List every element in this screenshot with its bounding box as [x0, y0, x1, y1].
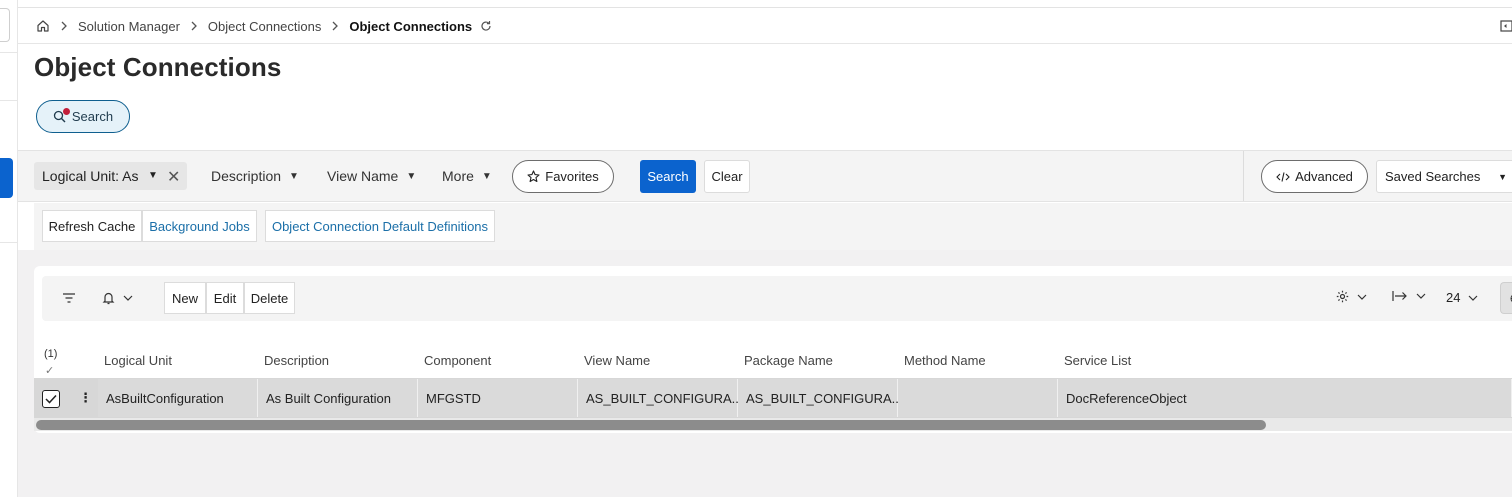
table-row[interactable]: ⋮ AsBuiltConfiguration As Built Configur…: [34, 378, 1512, 418]
top-divider: [18, 7, 1512, 8]
row-menu-kebab-icon[interactable]: ⋮: [79, 390, 92, 406]
cell-method-name[interactable]: [898, 379, 1058, 417]
nav-active-item[interactable]: [0, 158, 13, 198]
nav-search-box[interactable]: [0, 8, 10, 42]
cell-package-name[interactable]: AS_BUILT_CONFIGURA...: [738, 379, 903, 417]
more-filter-label: More: [442, 168, 474, 184]
main-content: Solution Manager Object Connections Obje…: [18, 0, 1512, 497]
star-icon: [527, 170, 540, 183]
caret-down-icon: ▼: [289, 170, 299, 182]
table-panel: New Edit Delete 24 (1) ✓ Logical Unit De…: [34, 266, 1512, 433]
search-toggle-label: Search: [71, 109, 114, 124]
notification-dot: [63, 108, 70, 115]
chevron-down-icon: [1469, 295, 1478, 301]
caret-down-icon: ▼: [1498, 172, 1507, 182]
breadcrumb-object-connections[interactable]: Object Connections: [208, 19, 321, 34]
description-filter-dropdown[interactable]: Description ▼: [211, 168, 299, 184]
horizontal-scrollbar[interactable]: [34, 418, 1512, 431]
notifications-dropdown[interactable]: [102, 291, 133, 305]
chevron-down-icon: [1357, 294, 1367, 300]
code-icon: [1276, 171, 1290, 182]
delete-button[interactable]: Delete: [244, 282, 295, 314]
check-icon: [45, 394, 57, 404]
clear-button[interactable]: Clear: [704, 160, 750, 193]
column-header-service-list[interactable]: Service List: [1064, 353, 1131, 368]
page-size-value: 24: [1446, 290, 1461, 305]
breadcrumb-solution-manager[interactable]: Solution Manager: [78, 19, 180, 34]
close-icon[interactable]: ✕: [167, 167, 180, 187]
favorites-button[interactable]: Favorites: [512, 160, 614, 193]
rail-divider: [0, 242, 18, 243]
more-filter-dropdown[interactable]: More ▼: [442, 168, 492, 184]
select-all-check-icon[interactable]: ✓: [45, 364, 54, 377]
header-divider: [18, 43, 1512, 44]
breadcrumb: Solution Manager Object Connections Obje…: [36, 17, 492, 35]
column-layout-dropdown[interactable]: [1392, 290, 1426, 302]
gear-icon: [1336, 290, 1349, 303]
description-filter-label: Description: [211, 168, 282, 184]
cell-component[interactable]: MFGSTD: [418, 379, 578, 417]
left-nav-rail: [0, 0, 18, 497]
column-header-package-name[interactable]: Package Name: [744, 353, 833, 368]
chip-label: Logical Unit: As: [42, 168, 139, 184]
page-title: Object Connections: [34, 52, 282, 82]
column-header-logical-unit[interactable]: Logical Unit: [104, 353, 172, 368]
page-actions-bar: Refresh Cache Background Jobs Object Con…: [34, 203, 1512, 250]
cell-view-name[interactable]: AS_BUILT_CONFIGURA...: [578, 379, 743, 417]
refresh-cache-button[interactable]: Refresh Cache: [42, 210, 142, 242]
caret-down-icon: ▼: [406, 170, 417, 182]
cell-description[interactable]: As Built Configuration: [258, 379, 418, 417]
refresh-icon[interactable]: [480, 20, 492, 32]
rail-divider: [0, 100, 18, 101]
search-panel-toggle-button[interactable]: Search: [36, 100, 130, 133]
filter-bar: Logical Unit: As ▼ ✕ Description ▼ View …: [18, 150, 1512, 202]
globe-toggle-button[interactable]: [1500, 282, 1512, 314]
chevron-down-icon: [1416, 293, 1426, 299]
scrollbar-thumb[interactable]: [36, 420, 1266, 430]
advanced-label: Advanced: [1295, 169, 1353, 184]
bell-icon: [102, 292, 115, 305]
arrow-to-right-icon: [1392, 291, 1407, 301]
chevron-down-icon: [123, 295, 133, 301]
cell-logical-unit[interactable]: AsBuiltConfiguration: [98, 379, 258, 417]
caret-down-icon[interactable]: ▼: [148, 170, 158, 181]
column-header-component[interactable]: Component: [424, 353, 491, 368]
column-header-view-name[interactable]: View Name: [584, 353, 650, 368]
view-name-filter-label: View Name: [327, 168, 399, 184]
search-button[interactable]: Search: [640, 160, 696, 193]
saved-searches-label: Saved Searches: [1385, 169, 1481, 184]
column-header-description[interactable]: Description: [264, 353, 329, 368]
view-name-filter-dropdown[interactable]: View Name ▼: [327, 168, 416, 184]
advanced-button[interactable]: Advanced: [1261, 160, 1368, 193]
table-toolbar: New Edit Delete 24: [42, 276, 1512, 321]
panel-toggle-icon[interactable]: [1500, 19, 1512, 33]
default-definitions-button[interactable]: Object Connection Default Definitions: [265, 210, 495, 242]
edit-button[interactable]: Edit: [206, 282, 244, 314]
chevron-right-icon: [60, 21, 68, 31]
background-jobs-button[interactable]: Background Jobs: [142, 210, 257, 242]
logical-unit-filter-chip[interactable]: Logical Unit: As ▼ ✕: [34, 162, 187, 190]
new-button[interactable]: New: [164, 282, 206, 314]
favorites-label: Favorites: [545, 169, 599, 184]
chevron-right-icon: [190, 21, 198, 31]
row-checkbox[interactable]: [42, 390, 60, 408]
cell-service-list[interactable]: DocReferenceObject: [1058, 379, 1512, 417]
caret-down-icon: ▼: [481, 170, 492, 182]
selected-count: (1): [44, 348, 58, 360]
filter-lines-icon[interactable]: [62, 292, 76, 304]
page-size-dropdown[interactable]: 24: [1446, 290, 1478, 305]
filter-bar-divider: [1243, 151, 1244, 201]
saved-searches-dropdown[interactable]: Saved Searches ▼: [1376, 160, 1512, 193]
rail-divider: [0, 52, 18, 53]
column-header-method-name[interactable]: Method Name: [904, 353, 986, 368]
chevron-right-icon: [331, 21, 339, 31]
settings-dropdown[interactable]: [1336, 290, 1367, 303]
breadcrumb-current: Object Connections: [349, 18, 473, 34]
home-icon[interactable]: [36, 19, 50, 33]
